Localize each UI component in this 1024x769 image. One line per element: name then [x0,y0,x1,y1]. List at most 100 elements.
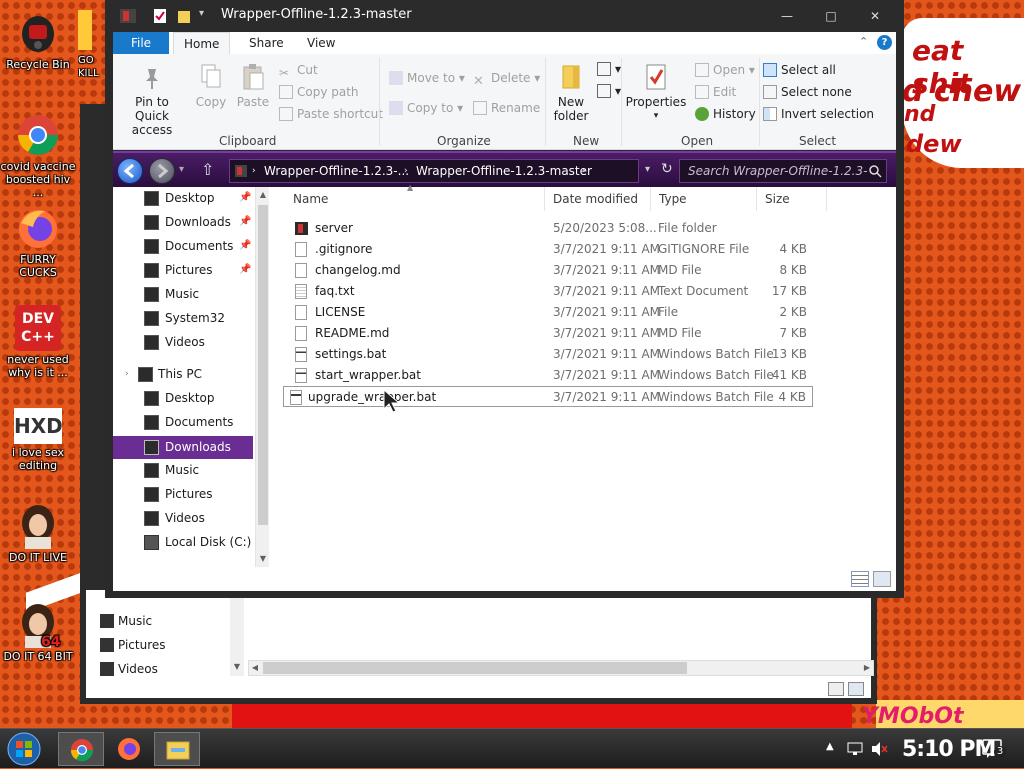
desktop-icon-do-it-live[interactable]: DO IT LIVE [0,503,76,564]
nav-item-pc-music[interactable]: Music [113,459,253,482]
tab-view[interactable]: View [297,32,345,54]
nav-item-downloads[interactable]: Downloads 📌 [113,211,253,234]
move-to-button[interactable]: Move to ▾ [389,71,465,85]
history-button[interactable]: History [695,107,756,121]
file-row-license[interactable]: LICENSE 3/7/2021 9:11 AM File 2 KB [283,302,813,323]
nav-item-this-pc[interactable]: › This PC [113,363,253,386]
nav-item-music[interactable]: Music [113,283,253,306]
delete-button[interactable]: ✕ Delete ▾ [473,71,540,89]
nav-item-pictures[interactable]: Pictures 📌 [113,259,253,282]
back-window-scrollbar-h[interactable]: ◀ ▶ [248,660,874,676]
select-none-button[interactable]: Select none [763,85,852,99]
back-nav-item-videos[interactable]: Videos [100,662,158,676]
column-header-size[interactable]: Size [757,187,827,211]
column-header-date-modified[interactable]: Date modified [545,187,651,211]
nav-item-documents[interactable]: Documents 📌 [113,235,253,258]
collapse-ribbon-icon[interactable]: ⌃ [859,35,868,48]
cut-button[interactable]: ✂ Cut [279,63,318,80]
start-button[interactable] [4,732,48,766]
paste-shortcut-button[interactable]: Paste shortcut [279,107,383,121]
nav-pane-scrollbar[interactable]: ▲ ▼ [255,187,269,567]
file-row-changelog[interactable]: changelog.md 3/7/2021 9:11 AM MD File 8 … [283,260,813,281]
tab-home[interactable]: Home [173,32,231,54]
breadcrumb-item[interactable]: Wrapper-Offline-1.2.3-master [416,160,592,182]
nav-item-desktop[interactable]: Desktop 📌 [113,187,253,210]
desktop-icon-hxd[interactable]: HXD i love sex editing [0,408,76,472]
up-arrow-icon[interactable]: ⇧ [201,160,214,179]
file-row-faq[interactable]: faq.txt 3/7/2021 9:11 AM Text Document 1… [283,281,813,302]
large-icons-view-button[interactable] [873,571,891,587]
nav-item-pc-downloads[interactable]: Downloads [113,436,253,459]
properties-qat-icon[interactable] [153,8,167,24]
tab-file[interactable]: File [113,32,169,54]
back-button[interactable] [117,158,143,184]
back-window-scrollbar-v[interactable]: ▼ [230,594,244,676]
file-row-start-wrapper-bat[interactable]: start_wrapper.bat 3/7/2021 9:11 AM Windo… [283,365,813,386]
breadcrumb[interactable]: › Wrapper-Offline-1.2.3-... › Wrapper-Of… [229,159,639,183]
desktop-icon-recycle-bin[interactable]: Recycle Bin [0,10,76,71]
show-hidden-icons-icon[interactable]: ▲ [826,741,834,752]
nav-item-pc-documents[interactable]: Documents [113,411,253,434]
column-header-name[interactable]: Name [285,187,545,211]
scroll-up-icon[interactable]: ▲ [256,187,270,203]
new-folder-button[interactable]: New folder [547,62,595,123]
easy-access-button[interactable]: ▾ [597,84,621,98]
maximize-button[interactable]: □ [809,6,853,26]
nav-item-videos[interactable]: Videos [113,331,253,354]
file-row-gitignore[interactable]: .gitignore 3/7/2021 9:11 AM GITIGNORE Fi… [283,239,813,260]
nav-item-pc-pictures[interactable]: Pictures [113,483,253,506]
desktop-icon-firefox[interactable]: FURRY CUCKS [0,205,76,279]
file-row-server[interactable]: server 5/20/2023 5:08... File folder [283,218,813,239]
nav-item-pc-videos[interactable]: Videos [113,507,253,530]
nav-item-local-disk[interactable]: Local Disk (C:) [113,531,253,554]
column-header-type[interactable]: Type [651,187,757,211]
file-row-upgrade-wrapper-bat[interactable]: upgrade_wrapper.bat 3/7/2021 9:11 AM Win… [283,386,813,407]
copy-to-button[interactable]: Copy to ▾ [389,101,463,115]
desktop-icon-partial[interactable]: GO KILL [78,10,104,80]
breadcrumb-item[interactable]: Wrapper-Offline-1.2.3-... [264,160,409,182]
invert-selection-button[interactable]: Invert selection [763,107,874,121]
help-icon[interactable]: ? [877,35,892,50]
address-dropdown-icon[interactable]: ▾ [645,164,650,175]
minimize-button[interactable]: — [765,6,809,26]
recent-locations-dropdown-icon[interactable]: ▾ [179,164,184,175]
pin-to-quick-access-button[interactable]: Pin to Quick access [117,66,187,137]
navigation-pane[interactable]: Desktop 📌 Downloads 📌 Documents 📌 Pictures 📌… [113,187,269,567]
scroll-down-icon[interactable]: ▼ [256,551,270,567]
new-item-button[interactable]: ▾ [597,62,621,76]
file-row-readme[interactable]: README.md 3/7/2021 9:11 AM MD File 7 KB [283,323,813,344]
back-nav-item-music[interactable]: Music [100,614,152,628]
new-folder-qat-icon[interactable] [177,8,191,24]
desktop-icon-do-it-64[interactable]: 64 DO IT 64 BIT [0,602,76,663]
file-list[interactable]: ▲ Name Date modified Type Size server 5/… [273,183,896,567]
open-button[interactable]: Open ▾ [695,63,755,77]
search-input[interactable]: Search Wrapper-Offline-1.2.3-m... [679,159,887,200]
copy-path-button[interactable]: Copy path [279,85,359,99]
taskbar-firefox[interactable] [108,732,150,766]
explorer-window[interactable]: ▾ Wrapper-Offline-1.2.3-master — □ ✕ Fil… [105,0,904,598]
properties-button[interactable]: Properties ▾ [625,62,687,123]
copy-button[interactable]: Copy [193,62,229,109]
volume-muted-icon[interactable] [870,740,888,758]
action-center-button[interactable]: 3 [982,738,1006,760]
taskbar-chrome[interactable] [58,732,104,766]
file-row-settings-bat[interactable]: settings.bat 3/7/2021 9:11 AM Windows Ba… [283,344,813,365]
rename-button[interactable]: Rename [473,101,540,115]
scroll-thumb[interactable] [258,205,268,525]
nav-item-pc-desktop[interactable]: Desktop [113,387,253,410]
back-nav-item-pictures[interactable]: Pictures [100,638,166,652]
nav-item-system32[interactable]: System32 [113,307,253,330]
edit-button[interactable]: Edit [695,85,736,99]
forward-button[interactable] [149,158,175,184]
tab-share[interactable]: Share [239,32,294,54]
details-view-button[interactable] [851,571,869,587]
close-button[interactable]: ✕ [853,6,897,26]
paste-button[interactable]: Paste [235,62,271,109]
title-bar[interactable]: ▾ Wrapper-Offline-1.2.3-master — □ ✕ [105,0,904,32]
desktop-icon-devcpp[interactable]: DEV C++ never used why is it ... [0,305,76,379]
taskbar-file-explorer[interactable] [154,732,200,766]
network-icon[interactable] [846,740,864,758]
back-window-view-icons[interactable] [828,682,868,698]
select-all-button[interactable]: Select all [763,63,836,77]
qat-dropdown-icon[interactable]: ▾ [199,8,204,19]
